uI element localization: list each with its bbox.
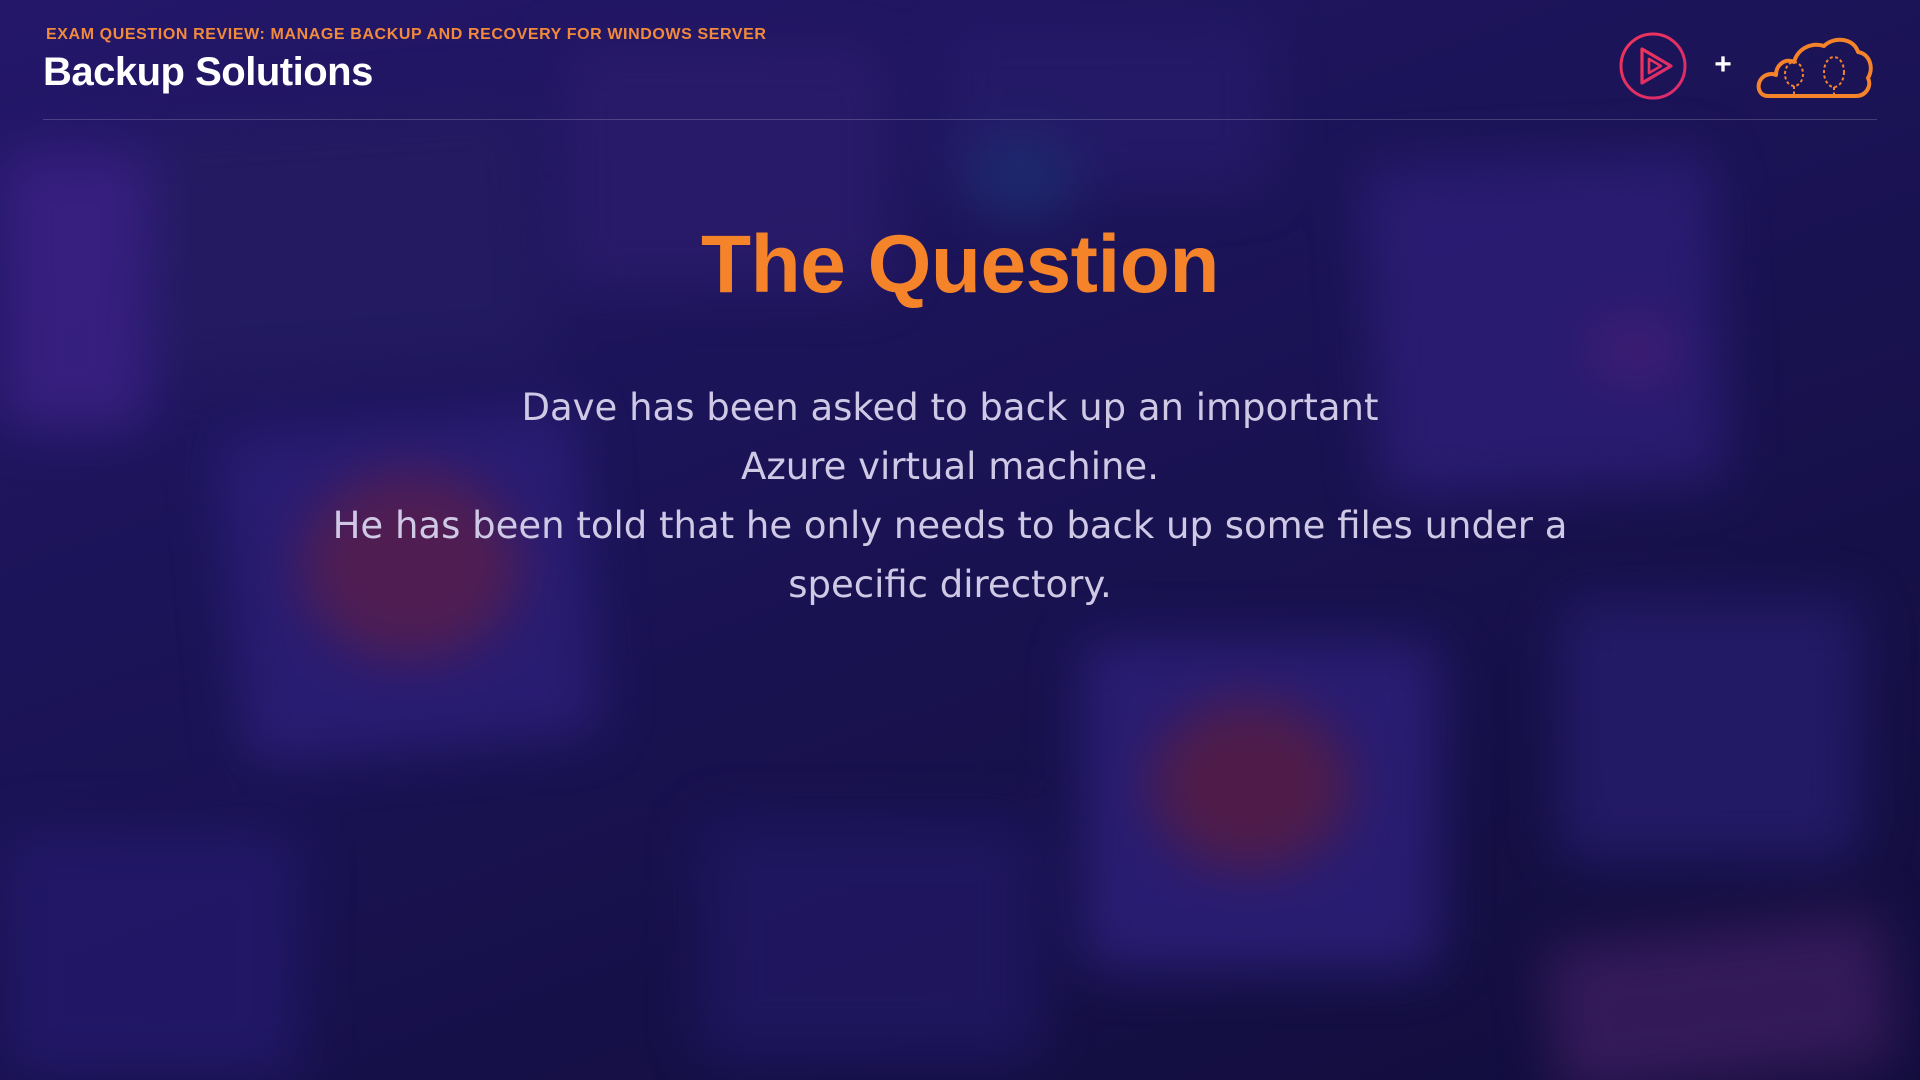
header-divider — [43, 119, 1877, 120]
question-line: Azure virtual machine. — [741, 445, 1159, 488]
question-line: specific directory. — [788, 563, 1112, 606]
slide: EXAM QUESTION REVIEW: MANAGE BACKUP AND … — [0, 0, 1920, 1080]
pluralsight-play-icon — [1619, 32, 1687, 100]
cloud-gurus-icon — [1756, 37, 1873, 98]
brand-logos: + — [1618, 30, 1878, 102]
question-text: Dave has been asked to back up an import… — [250, 378, 1650, 614]
question-line: He has been told that he only needs to b… — [332, 504, 1568, 547]
course-eyebrow: EXAM QUESTION REVIEW: MANAGE BACKUP AND … — [46, 26, 767, 43]
plus-icon: + — [1714, 48, 1732, 81]
slide-heading: The Question — [701, 219, 1219, 310]
question-line: Dave has been asked to back up an import… — [521, 386, 1379, 429]
section-title: Backup Solutions — [43, 50, 373, 94]
